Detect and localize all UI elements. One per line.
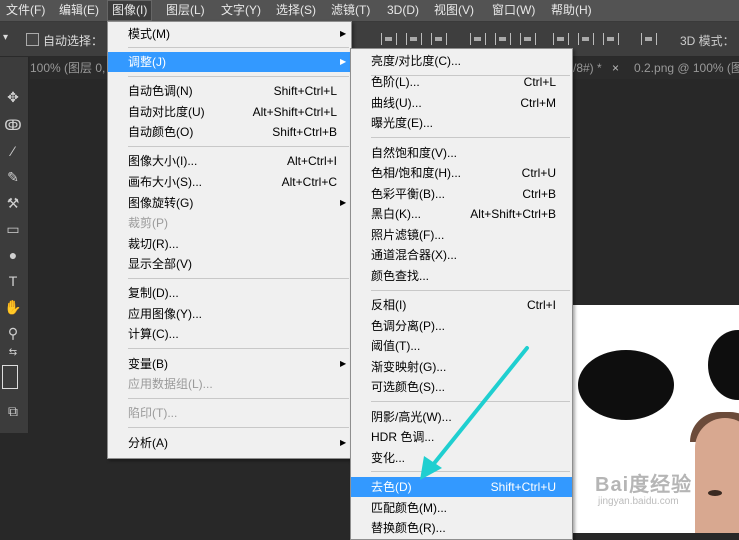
annotation-arrow-shaft xyxy=(430,346,529,468)
annotation-arrow xyxy=(420,346,529,480)
